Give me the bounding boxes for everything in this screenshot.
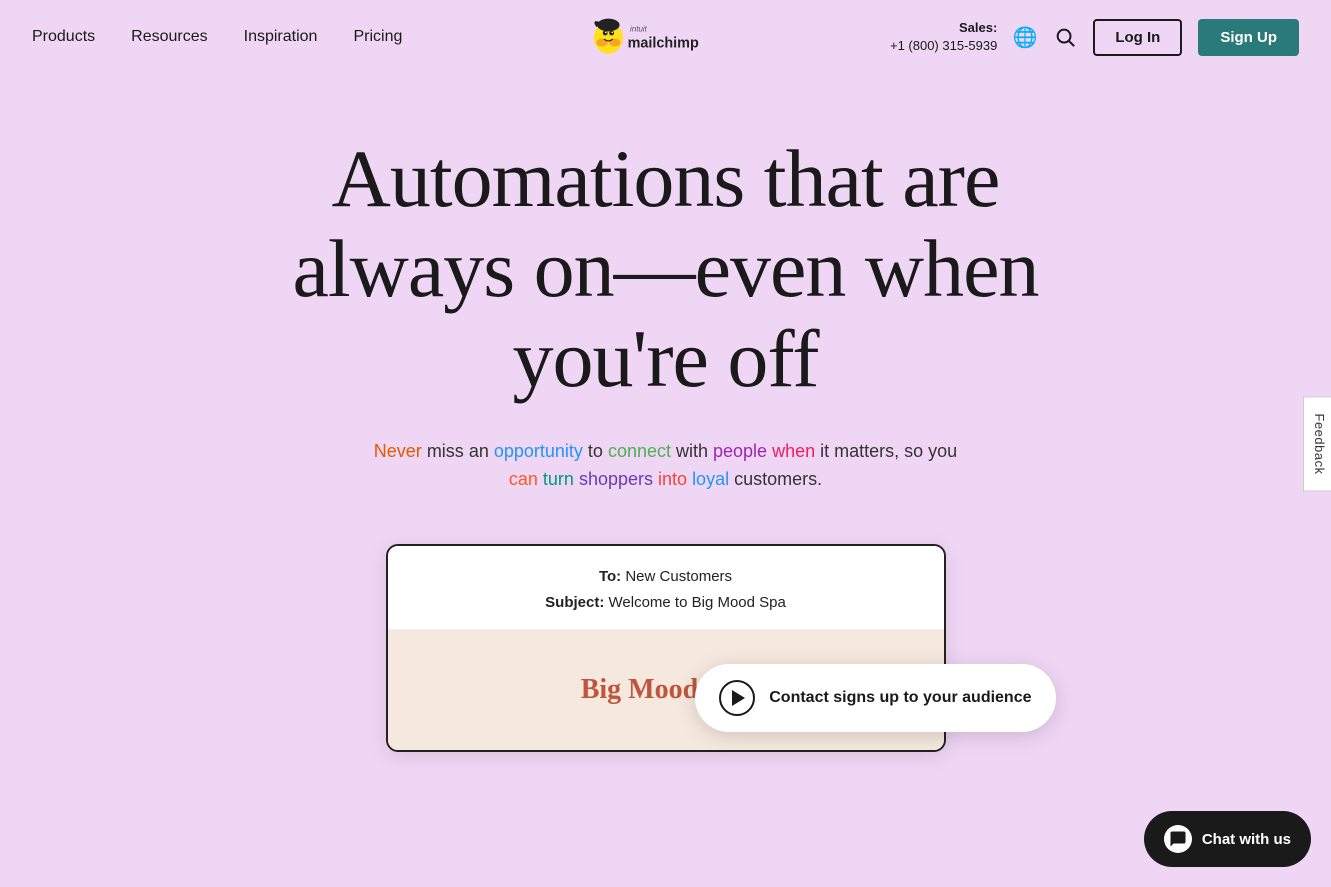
trigger-label: Contact signs up to your audience	[769, 689, 1031, 707]
nav-item-inspiration[interactable]: Inspiration	[244, 28, 318, 46]
signup-button[interactable]: Sign Up	[1198, 19, 1299, 56]
chat-widget[interactable]: Chat with us	[1144, 811, 1311, 867]
sales-phone: +1 (800) 315-5939	[890, 37, 997, 55]
chat-label: Chat with us	[1202, 831, 1291, 848]
email-header: To: New Customers Subject: Welcome to Bi…	[388, 546, 944, 630]
svg-text:intuit: intuit	[630, 24, 648, 33]
chat-bubble-icon	[1164, 825, 1192, 853]
svg-text:mailchimp: mailchimp	[627, 35, 698, 51]
word-connect: connect	[608, 441, 671, 461]
play-circle-icon	[719, 680, 755, 716]
email-to: To: New Customers	[410, 564, 922, 590]
nav-item-pricing[interactable]: Pricing	[353, 28, 402, 46]
hero-headline: Automations that are always on—even when…	[286, 134, 1046, 405]
word-never: Never	[374, 441, 422, 461]
word-opportunity: opportunity	[494, 441, 583, 461]
word-customers: customers.	[734, 469, 822, 489]
nav-item-resources[interactable]: Resources	[131, 28, 207, 46]
login-button[interactable]: Log In	[1093, 19, 1182, 56]
hero-section: Automations that are always on—even when…	[0, 74, 1331, 792]
sales-label: Sales:	[890, 19, 997, 37]
navigation: Products Resources Inspiration Pricing i…	[0, 0, 1331, 74]
search-icon[interactable]	[1053, 25, 1077, 49]
sales-info: Sales: +1 (800) 315-5939	[890, 19, 997, 55]
word-can: can	[509, 469, 538, 489]
word-people: people	[713, 441, 767, 461]
word-shoppers: shoppers	[579, 469, 653, 489]
word-when: when	[772, 441, 815, 461]
spacer1: it matters, so you	[820, 441, 957, 461]
preview-area: To: New Customers Subject: Welcome to Bi…	[216, 544, 1116, 752]
hero-subtext: Never miss an opportunity to connect wit…	[366, 437, 966, 495]
subject-label: Subject:	[545, 594, 604, 611]
subject-value: Welcome to Big Mood Spa	[609, 594, 786, 611]
word-to: to	[588, 441, 608, 461]
trigger-badge[interactable]: Contact signs up to your audience	[695, 664, 1055, 732]
word-loyal: loyal	[692, 469, 729, 489]
play-triangle-icon	[732, 690, 745, 706]
feedback-tab[interactable]: Feedback	[1303, 396, 1331, 491]
word-with: with	[676, 441, 713, 461]
word-an: an	[469, 441, 494, 461]
nav-item-products[interactable]: Products	[32, 28, 95, 46]
email-subject: Subject: Welcome to Big Mood Spa	[410, 590, 922, 616]
nav-right: Sales: +1 (800) 315-5939 🌐 Log In Sign U…	[890, 19, 1299, 56]
to-value: New Customers	[625, 568, 732, 585]
nav-left: Products Resources Inspiration Pricing	[32, 28, 402, 46]
globe-icon[interactable]: 🌐	[1013, 25, 1037, 49]
word-miss: miss	[427, 441, 469, 461]
word-into: into	[658, 469, 687, 489]
word-turn: turn	[543, 469, 574, 489]
to-label: To:	[599, 568, 621, 585]
logo[interactable]: intuit mailchimp	[586, 17, 746, 57]
